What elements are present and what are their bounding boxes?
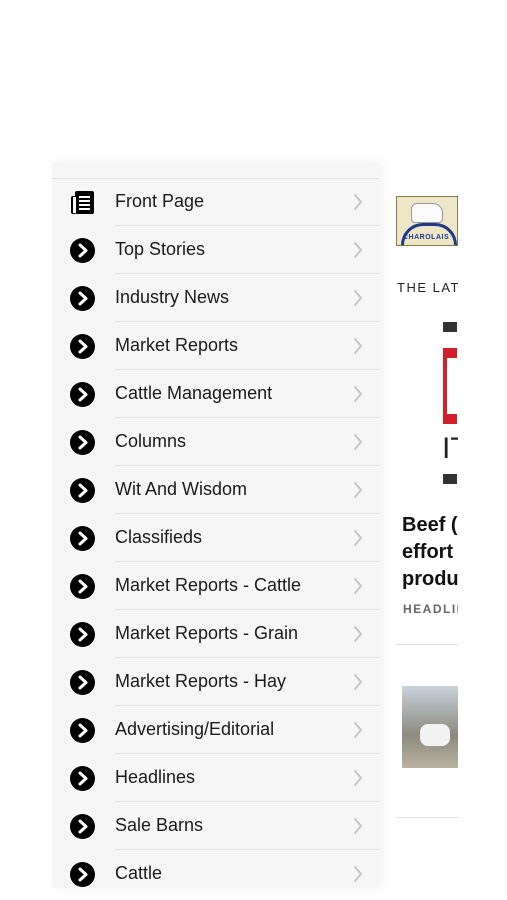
menu-item-classifieds[interactable]: Classifieds bbox=[52, 514, 379, 562]
menu-item-cattle-management[interactable]: Cattle Management bbox=[52, 370, 379, 418]
newspaper-icon bbox=[70, 190, 95, 215]
chevron-right-icon bbox=[351, 384, 365, 404]
arrow-circle-icon bbox=[70, 718, 95, 743]
arrow-circle-icon bbox=[70, 622, 95, 647]
arrow-circle-icon bbox=[70, 286, 95, 311]
menu-item-label: Cattle bbox=[115, 863, 163, 883]
menu-item-wit-and-wisdom[interactable]: Wit And Wisdom bbox=[52, 466, 379, 514]
menu-item-top-stories[interactable]: Top Stories bbox=[52, 226, 379, 274]
menu-item-advertising-editorial[interactable]: Advertising/Editorial bbox=[52, 706, 379, 754]
banner-text: CHAROLAIS bbox=[403, 234, 450, 241]
chevron-right-icon bbox=[351, 816, 365, 836]
menu-item-front-page[interactable]: Front Page bbox=[52, 178, 379, 226]
logo-bracket bbox=[443, 348, 457, 424]
article-headline[interactable]: Beef ( effort produ bbox=[402, 512, 458, 593]
chevron-right-icon bbox=[351, 240, 365, 260]
headline-line-1: Beef ( bbox=[402, 514, 458, 536]
section-label: THE LAT bbox=[397, 280, 458, 295]
arrow-circle-icon bbox=[70, 862, 95, 887]
chevron-right-icon bbox=[351, 576, 365, 596]
logo-mark-top bbox=[443, 322, 457, 332]
headline-line-2: effort bbox=[402, 541, 454, 563]
menu-item-label: Market Reports - Grain bbox=[115, 623, 299, 643]
menu-item-columns[interactable]: Columns bbox=[52, 418, 379, 466]
chevron-right-icon bbox=[351, 288, 365, 308]
chevron-right-icon bbox=[351, 192, 365, 212]
arrow-circle-icon bbox=[70, 766, 95, 791]
menu-item-label: Wit And Wisdom bbox=[115, 479, 248, 499]
arrow-circle-icon bbox=[70, 478, 95, 503]
menu-item-label: Cattle Management bbox=[115, 383, 273, 403]
menu-item-label: Industry News bbox=[115, 287, 230, 307]
menu-item-market-reports-cattle[interactable]: Market Reports - Cattle bbox=[52, 562, 379, 610]
menu-item-label: Classifieds bbox=[115, 527, 203, 547]
arrow-circle-icon bbox=[70, 334, 95, 359]
menu-item-label: Front Page bbox=[115, 191, 205, 211]
chevron-right-icon bbox=[351, 480, 365, 500]
menu-item-label: Advertising/Editorial bbox=[115, 719, 275, 739]
article-feed: CHAROLAIS THE LAT IT Beef ( effort produ… bbox=[378, 162, 458, 888]
chevron-right-icon bbox=[351, 624, 365, 644]
navigation-drawer: Front Page Top Stories Industry News Market… bbox=[52, 162, 379, 888]
arrow-circle-icon bbox=[70, 238, 95, 263]
menu-item-market-reports[interactable]: Market Reports bbox=[52, 322, 379, 370]
article-category-tag: HEADLII bbox=[403, 602, 458, 616]
menu-item-label: Top Stories bbox=[115, 239, 206, 259]
cow-illustration bbox=[411, 203, 443, 223]
arrow-circle-icon bbox=[70, 814, 95, 839]
menu-item-label: Market Reports bbox=[115, 335, 239, 355]
arrow-circle-icon bbox=[70, 382, 95, 407]
menu-item-label: Market Reports - Hay bbox=[115, 671, 287, 691]
chevron-right-icon bbox=[351, 336, 365, 356]
divider bbox=[396, 817, 458, 818]
menu-item-industry-news[interactable]: Industry News bbox=[52, 274, 379, 322]
headline-line-3: produ bbox=[402, 568, 458, 590]
arrow-circle-icon bbox=[70, 430, 95, 455]
menu-item-sale-barns[interactable]: Sale Barns bbox=[52, 802, 379, 850]
divider bbox=[396, 644, 458, 645]
menu-item-label: Market Reports - Cattle bbox=[115, 575, 302, 595]
logo-mark-bottom bbox=[443, 474, 457, 484]
article-thumbnail[interactable] bbox=[402, 686, 458, 768]
arrow-circle-icon bbox=[70, 526, 95, 551]
chevron-right-icon bbox=[351, 768, 365, 788]
menu-item-headlines[interactable]: Headlines bbox=[52, 754, 379, 802]
charolais-banner-ad[interactable]: CHAROLAIS bbox=[396, 196, 458, 246]
chevron-right-icon bbox=[351, 432, 365, 452]
menu-item-market-reports-hay[interactable]: Market Reports - Hay bbox=[52, 658, 379, 706]
menu-item-label: Columns bbox=[115, 431, 187, 451]
menu-item-cattle[interactable]: Cattle bbox=[52, 850, 379, 888]
menu-item-label: Headlines bbox=[115, 767, 196, 787]
menu-item-label: Sale Barns bbox=[115, 815, 204, 835]
chevron-right-icon bbox=[351, 720, 365, 740]
arrow-circle-icon bbox=[70, 670, 95, 695]
chevron-right-icon bbox=[351, 864, 365, 884]
menu-item-market-reports-grain[interactable]: Market Reports - Grain bbox=[52, 610, 379, 658]
chevron-right-icon bbox=[351, 672, 365, 692]
arrow-circle-icon bbox=[70, 574, 95, 599]
chevron-right-icon bbox=[351, 528, 365, 548]
logo-text: IT bbox=[442, 432, 458, 465]
